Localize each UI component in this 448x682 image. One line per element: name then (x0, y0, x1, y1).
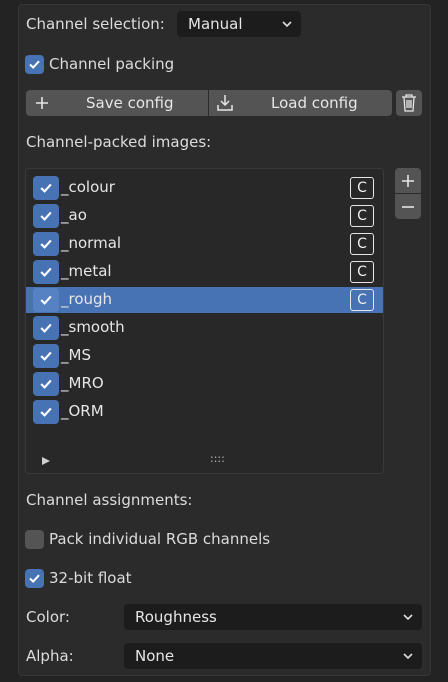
pack-rgb-checkbox[interactable] (25, 530, 44, 549)
checkmark-icon (29, 574, 40, 584)
pack-rgb-label: Pack individual RGB channels (49, 530, 271, 548)
channel-selection-value: Manual (188, 15, 243, 33)
minus-icon (402, 205, 414, 208)
list-item-selected[interactable]: _rough C (26, 287, 383, 313)
packed-images-heading: Channel-packed images: (26, 133, 212, 151)
list-item-checkbox[interactable] (33, 344, 59, 368)
list-item-name: _smooth (61, 318, 125, 336)
packed-images-list[interactable]: _colour C _ao C _normal C _metal C _roug… (25, 168, 384, 474)
list-item-name: _colour (61, 178, 115, 196)
float32-label: 32-bit float (49, 569, 132, 587)
delete-config-button[interactable] (396, 90, 422, 116)
plus-icon (36, 97, 48, 109)
load-config-label: Load config (271, 94, 358, 112)
list-item-name: _MRO (61, 374, 104, 392)
channel-selection-dropdown[interactable]: Manual (177, 11, 301, 37)
checkmark-icon (40, 295, 52, 305)
list-item-checkbox[interactable] (33, 400, 59, 424)
list-item[interactable]: _MS (26, 343, 383, 369)
color-channel-badge[interactable]: C (350, 289, 374, 311)
color-channel-badge[interactable]: C (350, 205, 374, 227)
list-item[interactable]: _MRO (26, 371, 383, 397)
list-item-checkbox[interactable] (33, 288, 59, 312)
list-item[interactable]: _ao C (26, 203, 383, 229)
checkmark-icon (40, 239, 52, 249)
list-item-checkbox[interactable] (33, 372, 59, 396)
channel-assignments-heading: Channel assignments: (26, 491, 193, 509)
checkmark-icon (40, 267, 52, 277)
import-icon (217, 95, 233, 111)
list-item-name: _rough (61, 290, 113, 308)
resize-grip[interactable]: :::: (210, 452, 225, 465)
color-channel-dropdown[interactable]: Roughness (124, 604, 422, 630)
list-item-name: _ao (61, 206, 87, 224)
alpha-channel-value: None (135, 647, 175, 665)
list-item-name: _metal (61, 262, 112, 280)
color-channel-value: Roughness (135, 608, 217, 626)
float32-checkbox[interactable] (25, 569, 44, 588)
save-config-label: Save config (86, 94, 174, 112)
add-item-button[interactable] (395, 168, 421, 193)
list-item-name: _normal (61, 234, 122, 252)
list-item-name: _MS (61, 346, 91, 364)
checkmark-icon (40, 379, 52, 389)
list-item-checkbox[interactable] (33, 176, 59, 200)
expand-triangle-icon[interactable] (41, 456, 51, 466)
list-item[interactable]: _metal C (26, 259, 383, 285)
plus-icon (402, 174, 414, 187)
save-config-button[interactable]: Save config (26, 90, 208, 116)
checkmark-icon (40, 351, 52, 361)
list-item-name: _ORM (61, 402, 104, 420)
load-config-button[interactable]: Load config (209, 90, 392, 116)
list-item-checkbox[interactable] (33, 316, 59, 340)
list-item[interactable]: _ORM (26, 399, 383, 425)
alpha-label: Alpha: (26, 647, 74, 665)
channel-packing-checkbox[interactable] (25, 55, 44, 74)
checkmark-icon (40, 183, 52, 193)
color-channel-badge[interactable]: C (350, 261, 374, 283)
list-item[interactable]: _smooth (26, 315, 383, 341)
channel-selection-label: Channel selection: (26, 15, 165, 33)
list-item-checkbox[interactable] (33, 260, 59, 284)
color-label: Color: (26, 608, 70, 626)
alpha-channel-dropdown[interactable]: None (124, 643, 422, 669)
remove-item-button[interactable] (395, 194, 421, 219)
checkmark-icon (29, 60, 40, 70)
chevron-down-icon (282, 21, 292, 28)
color-channel-badge[interactable]: C (350, 233, 374, 255)
channel-packing-label: Channel packing (49, 55, 175, 73)
trash-icon (402, 94, 416, 112)
list-item[interactable]: _normal C (26, 231, 383, 257)
checkmark-icon (40, 407, 52, 417)
checkmark-icon (40, 323, 52, 333)
checkmark-icon (40, 211, 52, 221)
list-item-checkbox[interactable] (33, 204, 59, 228)
list-item[interactable]: _colour C (26, 175, 383, 201)
chevron-down-icon (403, 653, 413, 660)
chevron-down-icon (403, 614, 413, 621)
color-channel-badge[interactable]: C (350, 177, 374, 199)
list-item-checkbox[interactable] (33, 232, 59, 256)
